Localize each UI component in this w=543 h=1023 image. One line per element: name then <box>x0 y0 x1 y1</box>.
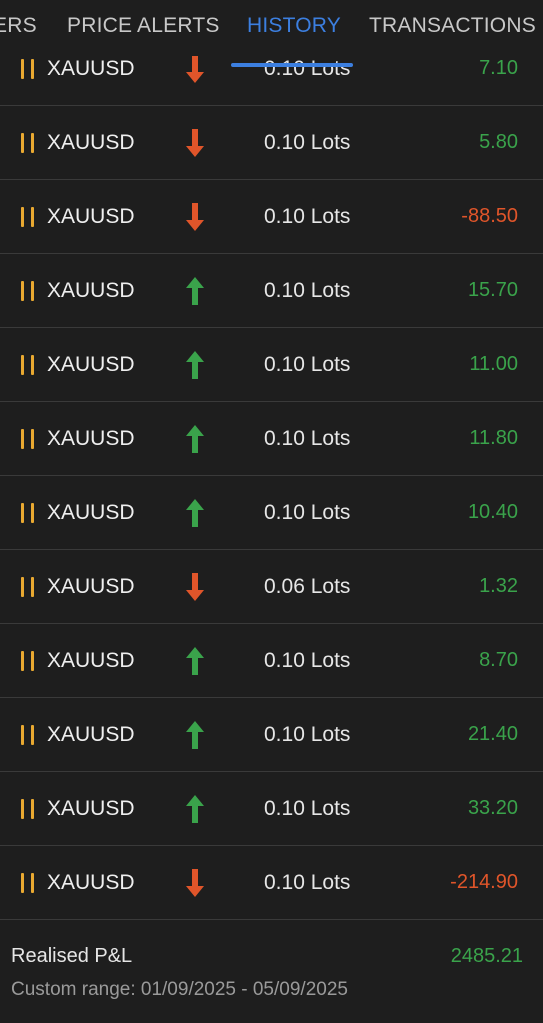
pause-icon <box>21 281 35 301</box>
trade-volume: 0.10 Lots <box>264 131 351 154</box>
trade-row[interactable]: XAUUSD 0.10 Lots 21.40 <box>0 698 543 772</box>
arrow-up-icon <box>184 793 206 825</box>
trade-pnl: 1.32 <box>479 575 518 597</box>
trade-pnl: -214.90 <box>450 871 518 893</box>
trade-symbol: XAUUSD <box>47 649 135 672</box>
trade-row[interactable]: XAUUSD 0.10 Lots 11.00 <box>0 328 543 402</box>
pause-icon <box>21 207 35 227</box>
trade-row[interactable]: XAUUSD 0.10 Lots 5.80 <box>0 106 543 180</box>
date-range[interactable]: Custom range: 01/09/2025 - 05/09/2025 <box>11 979 348 1001</box>
trade-symbol: XAUUSD <box>47 205 135 228</box>
pause-icon <box>21 355 35 375</box>
trade-volume: 0.10 Lots <box>264 723 351 746</box>
arrow-down-icon <box>184 127 206 159</box>
trade-pnl: 8.70 <box>479 649 518 671</box>
arrow-up-icon <box>184 719 206 751</box>
active-tab-indicator <box>231 63 353 67</box>
trade-symbol: XAUUSD <box>47 131 135 154</box>
trade-volume: 0.06 Lots <box>264 575 351 598</box>
trade-volume: 0.10 Lots <box>264 501 351 524</box>
trade-pnl: 15.70 <box>467 279 518 301</box>
history-list: XAUUSD 0.10 Lots 7.10 XAUUSD 0.10 Lots 5.80 XA… <box>0 32 543 920</box>
trade-volume: 0.10 Lots <box>264 797 351 820</box>
arrow-down-icon <box>184 867 206 899</box>
pause-icon <box>21 429 35 449</box>
summary-footer: Realised P&L 2485.21 Custom range: 01/09… <box>0 924 543 1023</box>
pause-icon <box>21 799 35 819</box>
trade-symbol: XAUUSD <box>47 57 135 80</box>
trade-volume: 0.10 Lots <box>264 871 351 894</box>
trade-pnl: 10.40 <box>467 501 518 523</box>
trade-volume: 0.10 Lots <box>264 57 351 80</box>
tab-transactions[interactable]: TRANSACTIONS <box>369 14 536 38</box>
trade-pnl: 33.20 <box>467 797 518 819</box>
tab-history[interactable]: HISTORY <box>247 14 341 38</box>
trade-volume: 0.10 Lots <box>264 353 351 376</box>
trade-symbol: XAUUSD <box>47 353 135 376</box>
trade-row[interactable]: XAUUSD 0.10 Lots 8.70 <box>0 624 543 698</box>
trade-row[interactable]: XAUUSD 0.10 Lots -214.90 <box>0 846 543 920</box>
realised-pnl-value: 2485.21 <box>450 945 523 967</box>
trade-row[interactable]: XAUUSD 0.10 Lots 15.70 <box>0 254 543 328</box>
trade-symbol: XAUUSD <box>47 427 135 450</box>
trade-symbol: XAUUSD <box>47 871 135 894</box>
trade-symbol: XAUUSD <box>47 575 135 598</box>
arrow-up-icon <box>184 275 206 307</box>
arrow-up-icon <box>184 645 206 677</box>
tab-orders[interactable]: ERS <box>0 14 37 38</box>
realised-pnl-label: Realised P&L <box>11 945 133 967</box>
pause-icon <box>21 873 35 893</box>
trade-symbol: XAUUSD <box>47 279 135 302</box>
trade-volume: 0.10 Lots <box>264 427 351 450</box>
arrow-down-icon <box>184 201 206 233</box>
arrow-down-icon <box>184 53 206 85</box>
arrow-up-icon <box>184 497 206 529</box>
trade-row[interactable]: XAUUSD 0.10 Lots -88.50 <box>0 180 543 254</box>
trade-pnl: 11.80 <box>469 427 518 449</box>
trade-pnl: 5.80 <box>479 131 518 153</box>
arrow-up-icon <box>184 423 206 455</box>
trade-row[interactable]: XAUUSD 0.06 Lots 1.32 <box>0 550 543 624</box>
arrow-down-icon <box>184 571 206 603</box>
tab-bar: ERS PRICE ALERTS HISTORY TRANSACTIONS <box>0 0 543 56</box>
arrow-up-icon <box>184 349 206 381</box>
trade-row[interactable]: XAUUSD 0.10 Lots 10.40 <box>0 476 543 550</box>
pause-icon <box>21 725 35 745</box>
pause-icon <box>21 651 35 671</box>
trade-pnl: 11.00 <box>469 353 518 375</box>
trade-row[interactable]: XAUUSD 0.10 Lots 11.80 <box>0 402 543 476</box>
trade-pnl: 21.40 <box>467 723 518 745</box>
pause-icon <box>21 503 35 523</box>
trade-symbol: XAUUSD <box>47 797 135 820</box>
pause-icon <box>21 577 35 597</box>
trade-pnl: -88.50 <box>461 205 518 227</box>
trade-row[interactable]: XAUUSD 0.10 Lots 33.20 <box>0 772 543 846</box>
trade-volume: 0.10 Lots <box>264 205 351 228</box>
trade-symbol: XAUUSD <box>47 501 135 524</box>
tab-price-alerts[interactable]: PRICE ALERTS <box>67 14 220 38</box>
trade-volume: 0.10 Lots <box>264 649 351 672</box>
trade-volume: 0.10 Lots <box>264 279 351 302</box>
trade-symbol: XAUUSD <box>47 723 135 746</box>
pause-icon <box>21 133 35 153</box>
trade-pnl: 7.10 <box>479 57 518 79</box>
pause-icon <box>21 59 35 79</box>
